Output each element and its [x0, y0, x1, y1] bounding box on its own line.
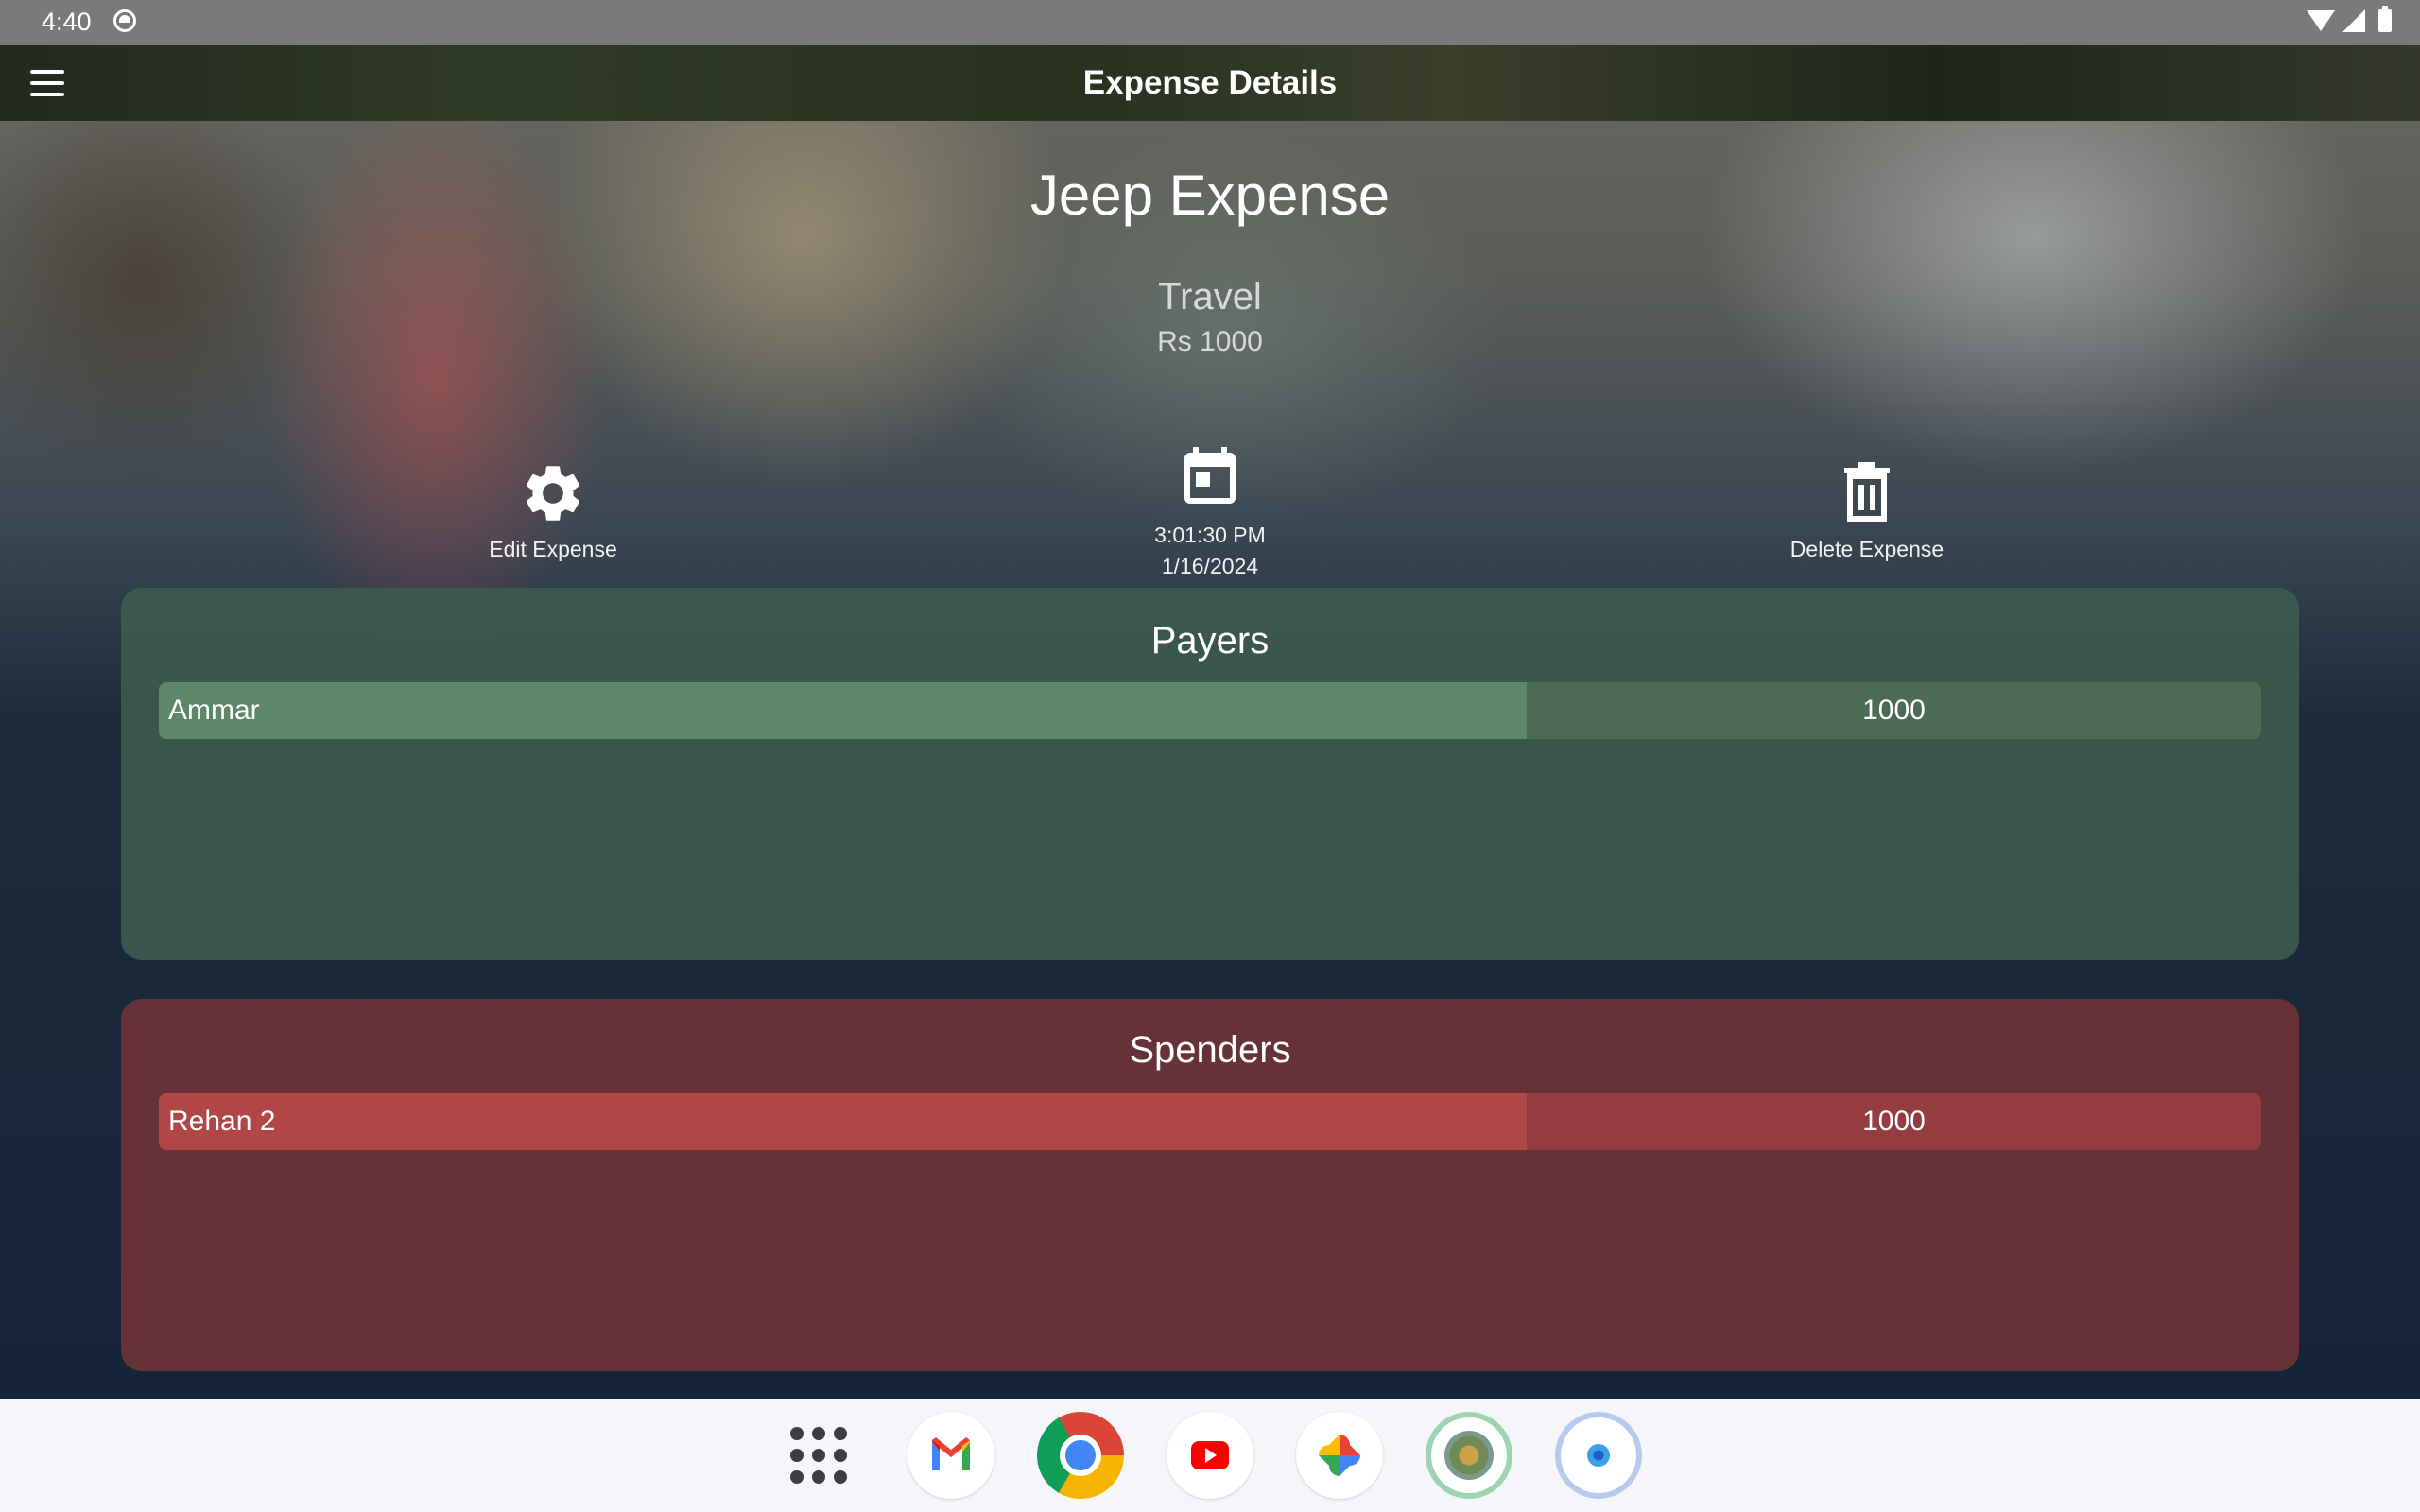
- google-photos-icon[interactable]: [1296, 1412, 1383, 1499]
- edit-expense-button[interactable]: Edit Expense: [444, 459, 662, 562]
- status-bar: 4:40: [0, 0, 2420, 45]
- spenders-title: Spenders: [1129, 1029, 1291, 1071]
- app-dock: [0, 1399, 2420, 1512]
- payer-amount: 1000: [1527, 682, 2261, 739]
- payer-row[interactable]: Ammar 1000: [159, 682, 2261, 739]
- youtube-icon[interactable]: [1167, 1412, 1253, 1499]
- payers-panel: Payers Ammar 1000: [121, 588, 2299, 960]
- expense-datetime: 3:01:30 PM 1/16/2024: [1115, 444, 1305, 582]
- app-drawer-icon[interactable]: [790, 1427, 847, 1484]
- cell-signal-icon: [2342, 9, 2365, 32]
- spender-row[interactable]: Rehan 2 1000: [159, 1093, 2261, 1150]
- spender-amount: 1000: [1527, 1093, 2261, 1150]
- app-bar-title: Expense Details: [1082, 64, 1338, 101]
- wifi-icon: [2307, 10, 2335, 31]
- trash-icon: [1844, 462, 1890, 522]
- notification-icon: [113, 9, 136, 32]
- edit-expense-label: Edit Expense: [489, 537, 617, 561]
- expense-date: 1/16/2024: [1161, 554, 1259, 578]
- chrome-icon[interactable]: [1037, 1412, 1124, 1499]
- expense-time: 3:01:30 PM: [1154, 523, 1266, 547]
- status-time: 4:40: [42, 8, 92, 36]
- status-icons: [2307, 6, 2392, 32]
- expense-category: Travel: [1158, 276, 1262, 318]
- gmail-icon[interactable]: [908, 1412, 994, 1499]
- expense-title: Jeep Expense: [1029, 163, 1391, 227]
- gear-icon: [526, 466, 580, 521]
- spenders-panel: Spenders Rehan 2 1000: [121, 999, 2299, 1371]
- payer-name: Ammar: [159, 682, 1527, 739]
- expense-amount: Rs 1000: [1157, 326, 1263, 357]
- spender-name: Rehan 2: [159, 1093, 1527, 1150]
- app-bar: Expense Details: [0, 45, 2420, 121]
- delete-expense-label: Delete Expense: [1789, 537, 1945, 561]
- calendar-icon: [1184, 447, 1236, 504]
- battery-icon: [2378, 6, 2392, 32]
- camera-app-icon[interactable]: [1555, 1412, 1642, 1499]
- payers-title: Payers: [1150, 620, 1270, 662]
- app-icon[interactable]: [1426, 1412, 1512, 1499]
- delete-expense-button[interactable]: Delete Expense: [1758, 459, 1976, 562]
